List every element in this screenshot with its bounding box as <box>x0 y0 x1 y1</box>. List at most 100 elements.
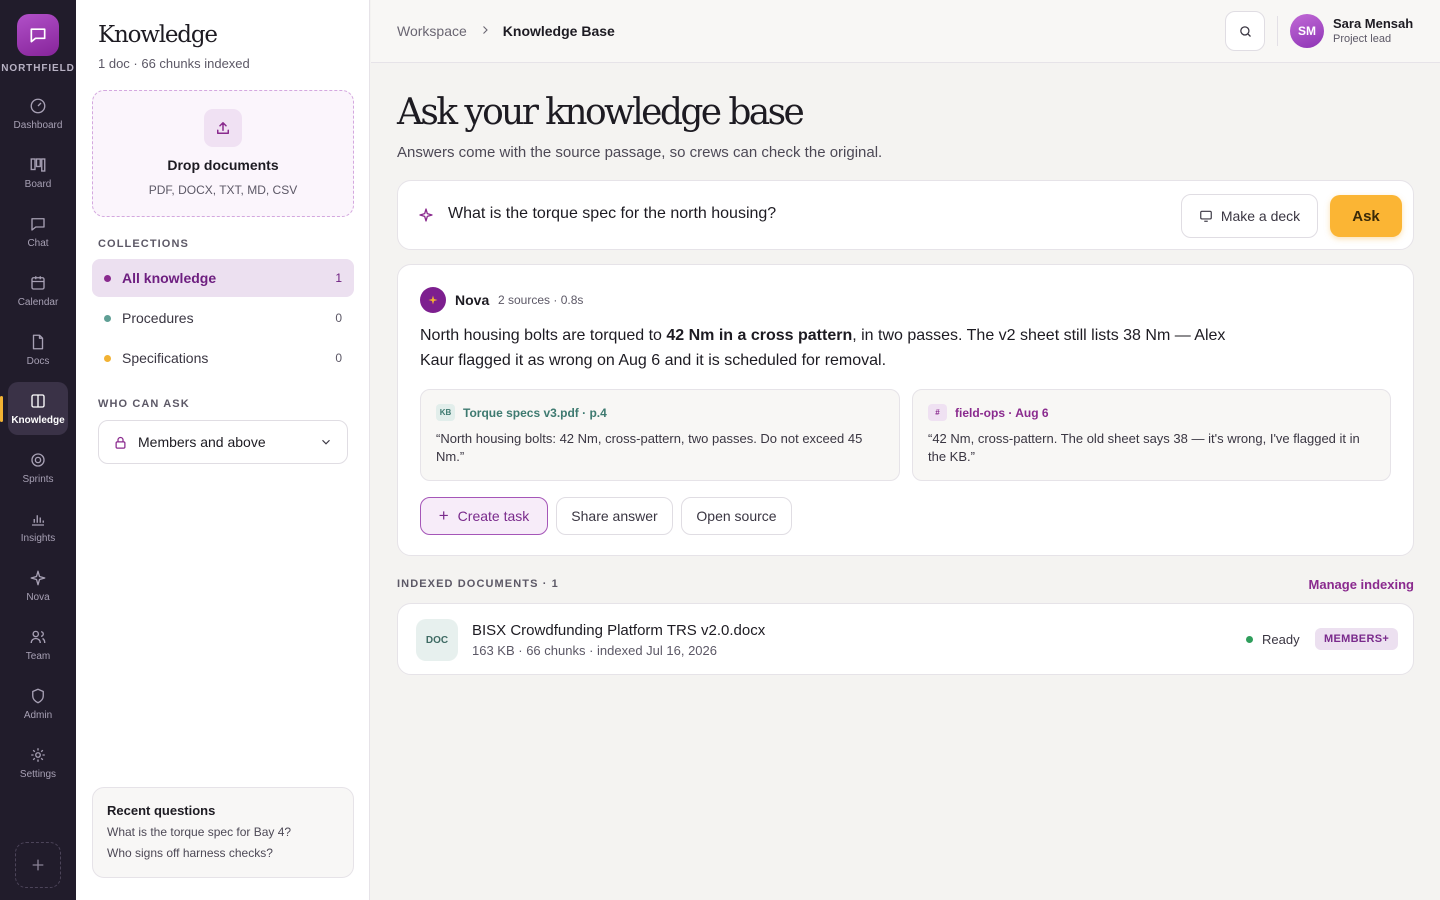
nav-label: Calendar <box>17 296 59 308</box>
answer-card: Nova 2 sources · 0.8s North housing bolt… <box>397 264 1414 556</box>
collection-specifications[interactable]: Specifications 0 <box>92 339 354 377</box>
access-label: WHO CAN ASK <box>98 398 190 410</box>
source-quote: “42 Nm, cross-pattern. The old sheet say… <box>928 431 1360 464</box>
source-card[interactable]: KB Torque specs v3.pdf · p.4 “North hous… <box>420 389 900 481</box>
document-row[interactable]: DOC BISX Crowdfunding Platform TRS v2.0.… <box>397 603 1414 675</box>
source-badge: KB <box>436 404 455 421</box>
settings-icon <box>31 747 45 762</box>
nav-team[interactable]: Team <box>8 618 68 671</box>
make-deck-button[interactable]: Make a deck <box>1181 194 1318 238</box>
search-icon <box>1239 25 1251 37</box>
upload-icon <box>204 109 242 147</box>
user-name: Sara Mensah <box>1333 16 1414 31</box>
nav-label: Dashboard <box>13 119 63 131</box>
document-meta: 163 KB · 66 chunks · indexed Jul 16, 202… <box>472 643 717 658</box>
nav-chat[interactable]: Chat <box>8 205 68 258</box>
app-logo[interactable] <box>17 14 59 56</box>
nav-nova[interactable]: Nova <box>8 559 68 612</box>
add-workspace-button[interactable] <box>15 842 61 888</box>
source-header: KB Torque specs v3.pdf · p.4 <box>436 404 884 421</box>
search-button[interactable] <box>1225 11 1265 51</box>
sparkle-icon <box>428 295 438 305</box>
document-dropzone[interactable]: Drop documents PDF, DOCX, TXT, MD, CSV <box>92 90 354 217</box>
top-bar: Workspace Knowledge Base SM Sara Mensah … <box>371 0 1440 63</box>
nav-label: Sprints <box>22 473 54 485</box>
nav-label: Admin <box>23 709 53 721</box>
create-task-button[interactable]: + Create task <box>420 497 548 535</box>
make-deck-label: Make a deck <box>1220 208 1301 224</box>
collection-all-knowledge[interactable]: All knowledge 1 <box>92 259 354 297</box>
insights-icon <box>32 514 44 526</box>
app-rail: NORTHFIELD Dashboard Board Chat Calendar… <box>0 0 76 900</box>
nav-label: Docs <box>26 355 50 367</box>
knowledge-icon <box>31 393 45 408</box>
ask-button[interactable]: Ask <box>1330 195 1402 237</box>
breadcrumb-workspace[interactable]: Workspace <box>397 23 467 39</box>
question-input[interactable] <box>448 205 1148 223</box>
admin-icon <box>32 688 44 703</box>
divider <box>1277 16 1278 46</box>
breadcrumb: Workspace Knowledge Base <box>397 23 615 39</box>
nav-sprints[interactable]: Sprints <box>8 441 68 494</box>
document-icon: DOC <box>416 619 458 661</box>
collection-label: Specifications <box>122 350 209 366</box>
chat-bubble-icon <box>30 28 46 43</box>
answer-meta: 2 sources · 0.8s <box>498 293 584 307</box>
collection-count: 0 <box>335 351 342 365</box>
source-card[interactable]: # field-ops · Aug 6 “42 Nm, cross-patter… <box>912 389 1391 481</box>
nav-insights[interactable]: Insights <box>8 500 68 553</box>
indexed-documents-label: INDEXED DOCUMENTS · 1 <box>397 578 559 590</box>
nav-board[interactable]: Board <box>8 146 68 199</box>
access-badge: MEMBERS+ <box>1315 628 1399 650</box>
status-label: Ready <box>1262 632 1300 647</box>
collection-procedures[interactable]: Procedures 0 <box>92 299 354 337</box>
collection-count: 1 <box>335 271 342 285</box>
create-task-label: Create task <box>457 508 530 524</box>
nova-avatar <box>420 287 446 313</box>
nav-knowledge[interactable]: Knowledge <box>0 382 68 435</box>
plus-icon: + <box>438 506 449 525</box>
recent-questions: Recent questions What is the torque spec… <box>92 787 354 878</box>
sidebar-subtitle: 1 doc · 66 chunks indexed <box>98 56 250 71</box>
chevron-down-icon <box>322 439 330 445</box>
nav-docs[interactable]: Docs <box>8 323 68 376</box>
nav-label: Chat <box>27 237 49 249</box>
collection-dot <box>104 354 111 362</box>
recent-title: Recent questions <box>107 803 216 818</box>
ask-box: Make a deck Ask <box>397 180 1414 250</box>
document-status: Ready <box>1246 632 1300 647</box>
chat-icon <box>31 217 45 231</box>
avatar[interactable]: SM <box>1290 14 1324 48</box>
dropzone-formats: PDF, DOCX, TXT, MD, CSV <box>148 183 298 197</box>
nav-settings[interactable]: Settings <box>8 736 68 789</box>
nav-dashboard[interactable]: Dashboard <box>8 87 68 140</box>
access-select[interactable]: Members and above <box>98 420 348 464</box>
collection-dot <box>104 314 111 322</box>
lock-icon <box>115 436 126 449</box>
collection-dot <box>104 274 111 282</box>
recent-question[interactable]: Who signs off harness checks? <box>107 846 339 860</box>
recent-question[interactable]: What is the torque spec for Bay 4? <box>107 825 339 839</box>
docs-icon <box>32 334 44 349</box>
open-source-button[interactable]: Open source <box>681 497 792 535</box>
page-subtitle: Answers come with the source passage, so… <box>397 144 883 161</box>
nav-admin[interactable]: Admin <box>8 677 68 730</box>
document-name: BISX Crowdfunding Platform TRS v2.0.docx <box>472 622 766 639</box>
nav-label: Board <box>24 178 52 190</box>
manage-indexing-link[interactable]: Manage indexing <box>1309 577 1414 592</box>
access-value: Members and above <box>138 434 266 450</box>
answer-text: North housing bolts are torqued to 42 Nm… <box>420 327 1226 369</box>
sparkle-icon <box>419 208 433 222</box>
nav-label: Team <box>25 650 51 662</box>
nova-icon <box>30 570 46 585</box>
share-answer-button[interactable]: Share answer <box>556 497 673 535</box>
source-title: Torque specs v3.pdf · p.4 <box>463 405 607 420</box>
collection-label: All knowledge <box>122 270 217 286</box>
collection-label: Procedures <box>122 310 194 326</box>
nav-calendar[interactable]: Calendar <box>8 264 68 317</box>
source-title: field-ops · Aug 6 <box>955 405 1049 420</box>
nav-label: Knowledge <box>11 414 65 426</box>
source-quote: “North housing bolts: 42 Nm, cross-patte… <box>436 431 863 464</box>
collection-count: 0 <box>335 311 342 325</box>
board-icon <box>30 157 46 172</box>
